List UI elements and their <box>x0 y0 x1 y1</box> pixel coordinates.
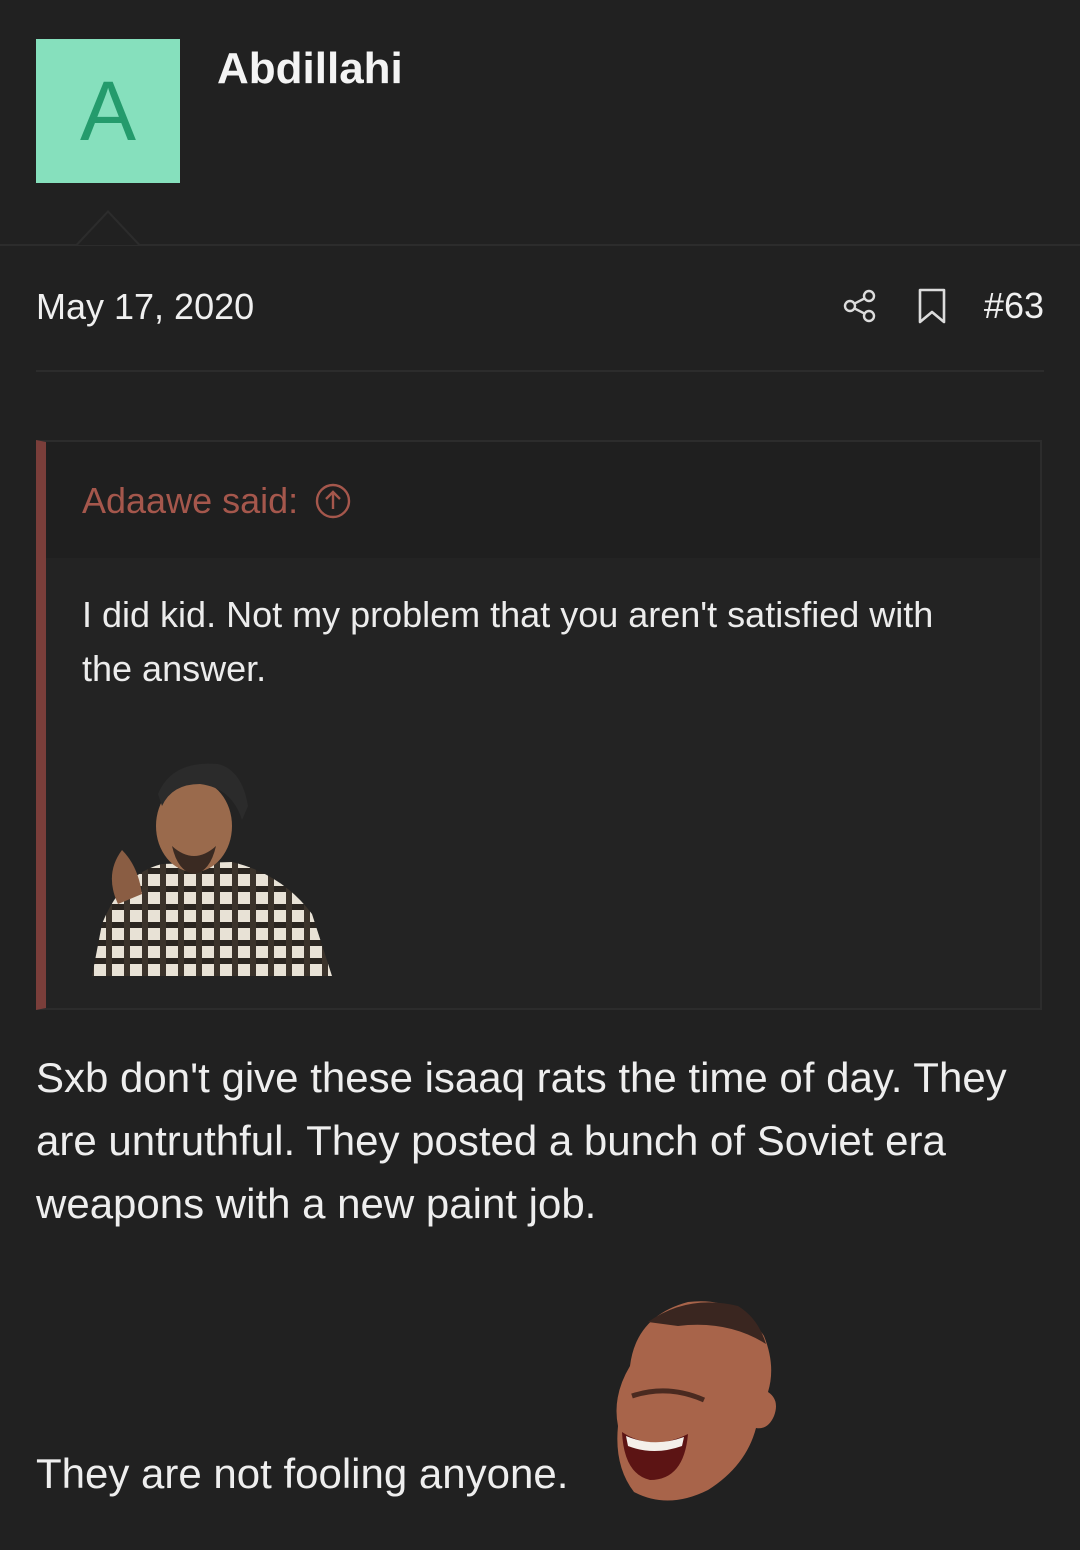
bookmark-icon[interactable] <box>912 286 952 326</box>
quote-header: Adaawe said: <box>46 442 1040 558</box>
post-number[interactable]: #63 <box>984 285 1044 327</box>
jump-to-quote-icon[interactable] <box>314 482 352 520</box>
user-header: A Abdillahi <box>0 0 1080 246</box>
quote-text: I did kid. Not my problem that you aren'… <box>82 594 934 689</box>
post-date[interactable]: May 17, 2020 <box>36 286 254 328</box>
avatar[interactable]: A <box>36 39 180 183</box>
avatar-letter: A <box>79 64 137 158</box>
share-icon[interactable] <box>840 286 880 326</box>
quote-author[interactable]: Adaawe said: <box>82 480 352 522</box>
username[interactable]: Abdillahi <box>217 44 403 94</box>
post-actions: #63 <box>840 280 1044 332</box>
post-closing-text: They are not fooling anyone. <box>36 1450 569 1497</box>
post-body-text: Sxb don't give these isaaq rats the time… <box>36 1054 1007 1227</box>
post-meta: May 17, 2020 #63 <box>36 280 1044 372</box>
header-pointer-fill <box>78 213 138 245</box>
laughing-face-emoji <box>616 1301 776 1501</box>
quote-author-label: Adaawe said: <box>82 480 299 521</box>
quoted-reaction-image <box>92 763 332 976</box>
quote-block: Adaawe said: I did kid. Not my problem t… <box>36 440 1042 1010</box>
